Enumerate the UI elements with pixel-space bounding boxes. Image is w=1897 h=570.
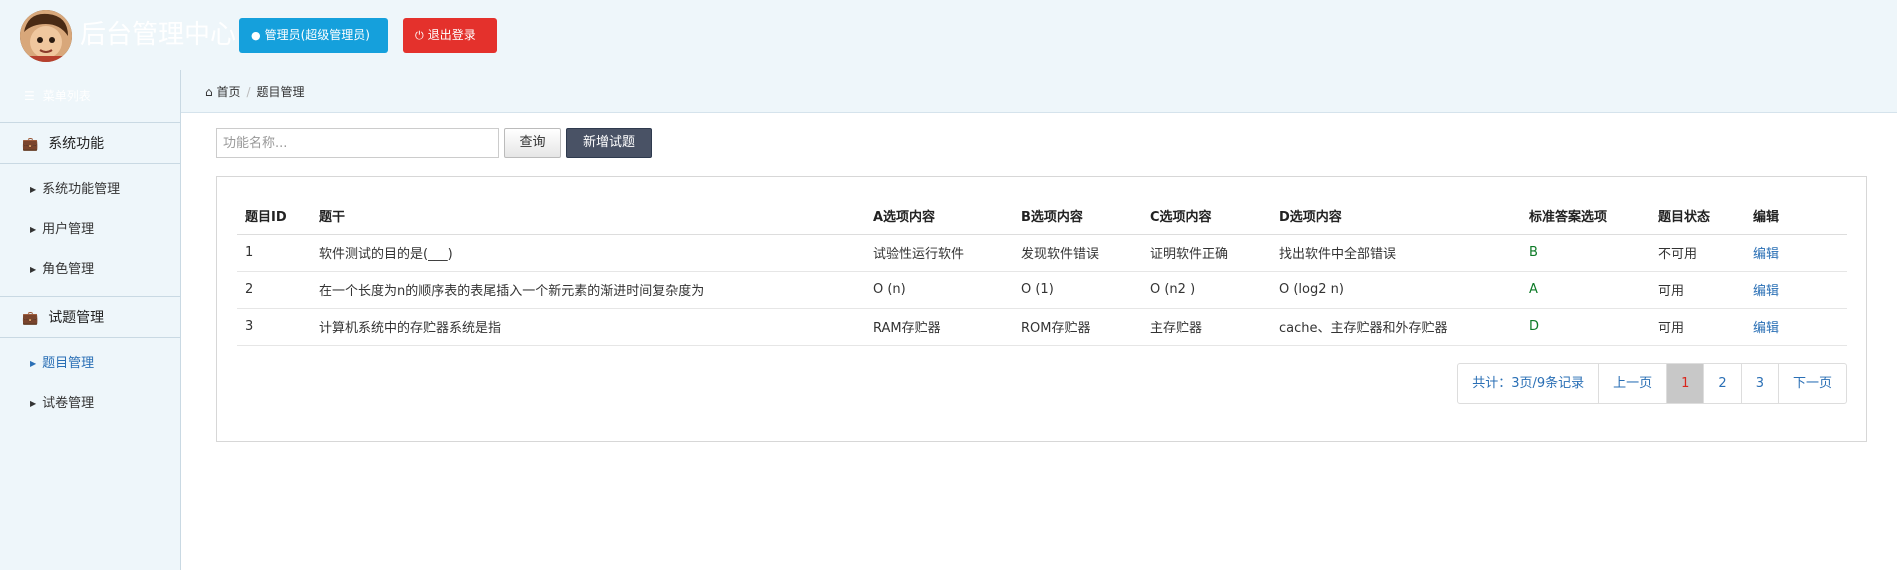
next-page-button[interactable]: 下一页 (1777, 364, 1846, 403)
briefcase-icon: 💼 (22, 137, 39, 152)
breadcrumb-separator: / (246, 85, 251, 99)
column-header: 题干 (311, 197, 865, 235)
home-icon: ⌂ (205, 85, 213, 99)
cell-answer: D (1521, 308, 1650, 346)
caret-right-icon: ▶ (30, 225, 37, 234)
pagination-summary: 共计：3页/9条记录 (1472, 376, 1585, 391)
sidebar: ☰ 菜单列表 💼 系统功能 ▶ 系统功能管理 ▶ 用户管理 ▶ 角色管理 💼 试题管理 ▶ 题… (0, 70, 181, 570)
power-icon: ⏻ (415, 29, 424, 42)
page-button-2[interactable]: 2 (1703, 364, 1740, 403)
column-header: 标准答案选项 (1521, 197, 1650, 235)
column-header: 题目状态 (1650, 197, 1745, 235)
question-table-panel: 题目ID 题干 A选项内容 B选项内容 C选项内容 D选项内容 标准答案选项 题… (216, 176, 1867, 442)
cell-status: 可用 (1650, 308, 1745, 346)
table-header-row: 题目ID 题干 A选项内容 B选项内容 C选项内容 D选项内容 标准答案选项 题… (237, 197, 1847, 235)
query-button[interactable]: 查询 (504, 128, 561, 158)
sidebar-item-label: 试卷管理 (42, 396, 95, 411)
edit-link[interactable]: 编辑 (1753, 247, 1779, 262)
app-title: 后台管理中心 (80, 20, 237, 50)
cell-option-d: O (log2 n) (1271, 271, 1521, 309)
sidebar-item-label: 角色管理 (42, 262, 95, 277)
prev-page-button[interactable]: 上一页 (1598, 364, 1666, 403)
edit-link[interactable]: 编辑 (1753, 284, 1779, 299)
briefcase-icon: 💼 (22, 311, 39, 326)
sidebar-item-label: 用户管理 (42, 222, 95, 237)
cell-option-d: 找出软件中全部错误 (1271, 234, 1521, 272)
caret-right-icon: ▶ (30, 359, 37, 368)
column-header: 题目ID (237, 197, 311, 235)
cell-status: 不可用 (1650, 234, 1745, 272)
search-input[interactable] (216, 128, 499, 158)
cell-option-a: RAM存贮器 (865, 308, 1013, 346)
admin-user-button[interactable]: ● 管理员(超级管理员) (239, 18, 388, 53)
table-row: 3 计算机系统中的存贮器系统是指 RAM存贮器 ROM存贮器 主存贮器 cach… (237, 308, 1847, 346)
page-button-3[interactable]: 3 (1740, 364, 1778, 403)
cell-option-b: ROM存贮器 (1013, 308, 1142, 346)
edit-link[interactable]: 编辑 (1753, 321, 1779, 336)
sidebar-item-label: 系统功能管理 (42, 182, 121, 197)
breadcrumb-current: 题目管理 (256, 85, 305, 99)
cell-option-a: O (n) (865, 271, 1013, 309)
sidebar-group-system[interactable]: 💼 系统功能 (0, 122, 180, 164)
cell-status: 可用 (1650, 271, 1745, 309)
column-header: D选项内容 (1271, 197, 1521, 235)
user-icon: ● (251, 29, 261, 42)
sidebar-group-label: 试题管理 (48, 310, 105, 326)
cell-option-b: 发现软件错误 (1013, 234, 1142, 272)
add-question-button[interactable]: 新增试题 (566, 128, 652, 158)
cell-option-c: 主存贮器 (1142, 308, 1271, 346)
question-table: 题目ID 题干 A选项内容 B选项内容 C选项内容 D选项内容 标准答案选项 题… (237, 197, 1847, 346)
column-header: C选项内容 (1142, 197, 1271, 235)
column-header: A选项内容 (865, 197, 1013, 235)
cell-edit: 编辑 (1745, 271, 1847, 309)
cell-edit: 编辑 (1745, 234, 1847, 272)
admin-user-label: 管理员(超级管理员) (264, 28, 370, 42)
caret-right-icon: ▶ (30, 185, 37, 194)
column-header: B选项内容 (1013, 197, 1142, 235)
cell-option-c: O (n2 ) (1142, 271, 1271, 309)
column-header: 编辑 (1745, 197, 1847, 235)
cell-question-stem: 在一个长度为n的顺序表的表尾插入一个新元素的渐进时间复杂度为 (311, 271, 865, 309)
cell-option-b: O (1) (1013, 271, 1142, 309)
breadcrumb-home-link[interactable]: 首页 (216, 85, 240, 99)
cell-option-d: cache、主存贮器和外存贮器 (1271, 308, 1521, 346)
sidebar-item-system-functions[interactable]: ▶ 系统功能管理 (0, 170, 180, 210)
sidebar-item-roles[interactable]: ▶ 角色管理 (0, 250, 180, 290)
cell-question-stem: 计算机系统中的存贮器系统是指 (311, 308, 865, 346)
cell-question-stem: 软件测试的目的是(___) (311, 234, 865, 272)
cell-edit: 编辑 (1745, 308, 1847, 346)
sidebar-item-question-management[interactable]: ▶ 题目管理 (0, 344, 180, 384)
table-row: 1 软件测试的目的是(___) 试验性运行软件 发现软件错误 证明软件正确 找出… (237, 234, 1847, 272)
sidebar-group-questions[interactable]: 💼 试题管理 (0, 296, 180, 338)
sidebar-item-label: 题目管理 (42, 356, 95, 371)
list-icon: ☰ (24, 89, 35, 103)
caret-right-icon: ▶ (30, 399, 37, 408)
cell-question-id: 2 (237, 271, 311, 309)
table-row: 2 在一个长度为n的顺序表的表尾插入一个新元素的渐进时间复杂度为 O (n) O… (237, 271, 1847, 309)
menu-list-label: 菜单列表 (42, 89, 91, 103)
cell-question-id: 3 (237, 308, 311, 346)
caret-right-icon: ▶ (30, 265, 37, 274)
sidebar-item-exam-papers[interactable]: ▶ 试卷管理 (0, 384, 180, 424)
cell-answer: B (1521, 234, 1650, 272)
avatar (20, 10, 72, 62)
top-header: 后台管理中心 ● 管理员(超级管理员) ⏻ 退出登录 (0, 0, 1897, 70)
sidebar-item-users[interactable]: ▶ 用户管理 (0, 210, 180, 250)
cell-answer: A (1521, 271, 1650, 309)
breadcrumb: ⌂ 首页 / 题目管理 (205, 83, 305, 100)
cell-question-id: 1 (237, 234, 311, 272)
pagination: 共计：3页/9条记录 上一页 1 2 3 下一页 (1457, 363, 1847, 404)
logout-label: 退出登录 (427, 28, 476, 42)
main-content: 查询 新增试题 题目ID 题干 A选项内容 B选项内容 C选项内容 D选项内容 … (181, 112, 1897, 570)
cell-option-a: 试验性运行软件 (865, 234, 1013, 272)
menu-list-heading: ☰ 菜单列表 (0, 70, 180, 122)
sidebar-group-label: 系统功能 (48, 136, 105, 152)
logout-button[interactable]: ⏻ 退出登录 (403, 18, 497, 53)
page-button-1[interactable]: 1 (1666, 364, 1704, 403)
cell-option-c: 证明软件正确 (1142, 234, 1271, 272)
